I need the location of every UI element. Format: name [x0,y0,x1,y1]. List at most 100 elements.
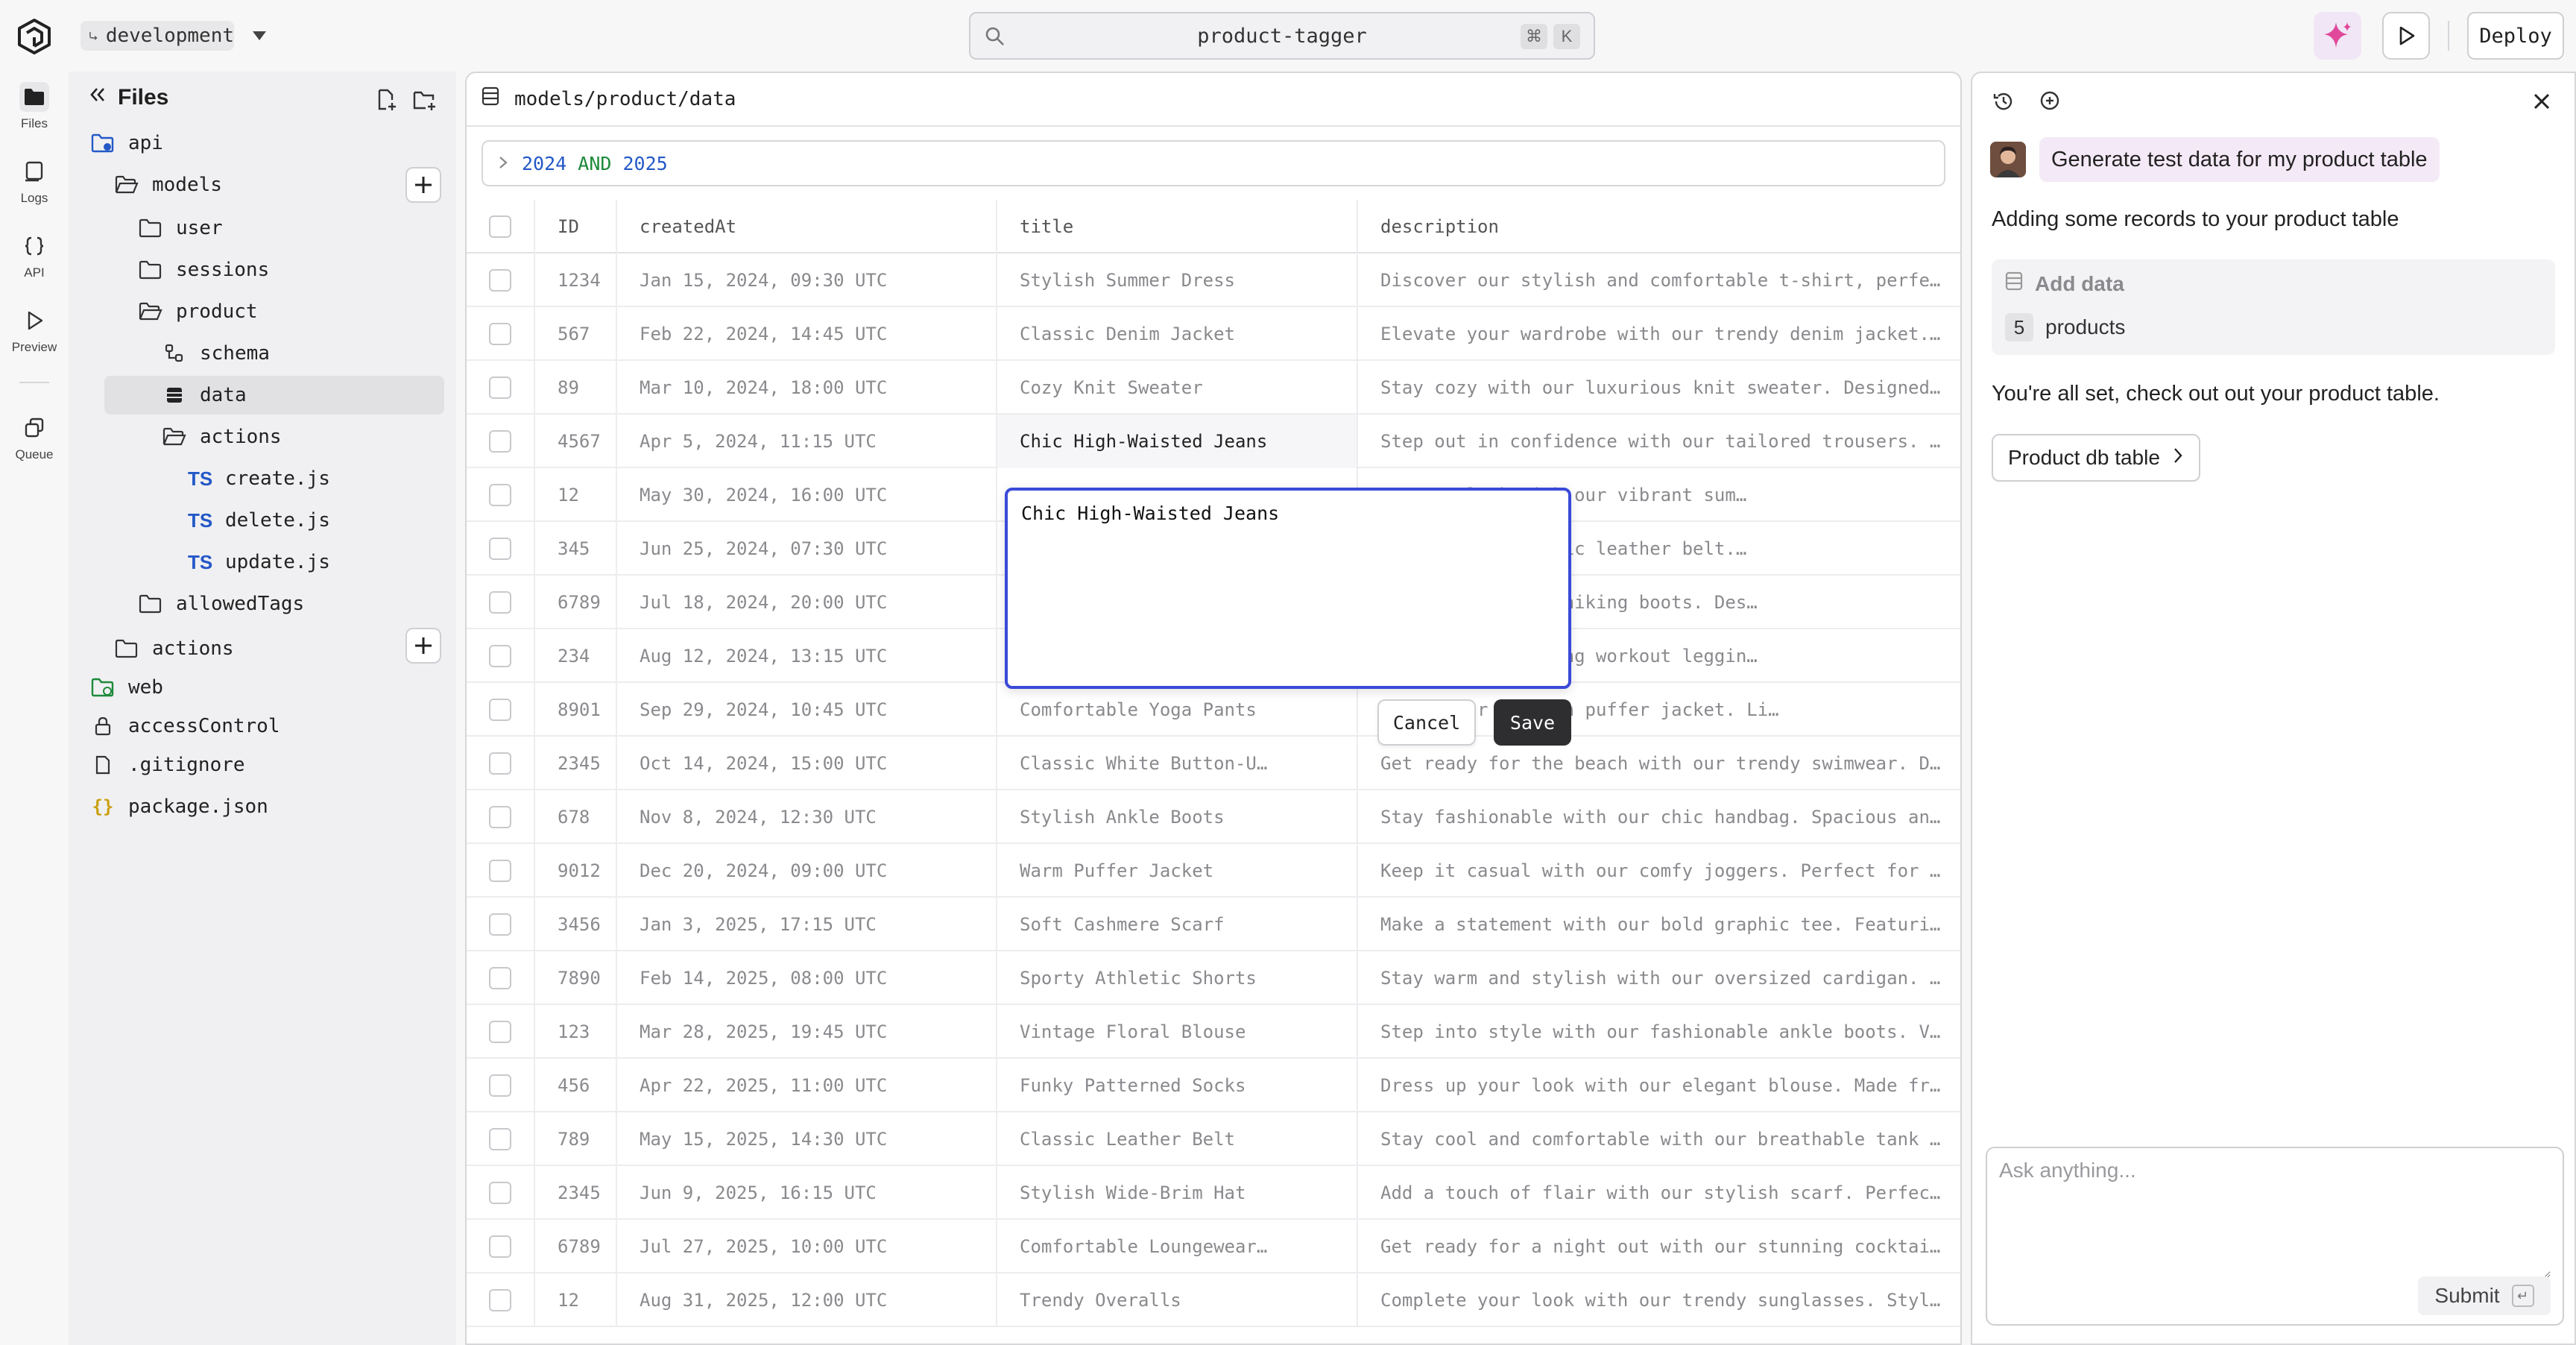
cell-created[interactable]: Aug 31, 2025, 12:00 UTC [617,1273,997,1327]
cell-created[interactable]: Sep 29, 2024, 10:45 UTC [617,683,997,737]
chevron-down-icon[interactable] [250,28,268,47]
cell-title[interactable]: Warm Puffer Jacket [997,844,1358,898]
row-checkbox[interactable] [489,1021,511,1043]
tree-item-sessions[interactable]: sessions [139,251,269,289]
cell-title[interactable]: Comfortable Loungewear… [997,1220,1358,1273]
cell-id[interactable]: 789 [535,1112,617,1166]
row-checkbox[interactable] [489,645,511,667]
row-checkbox[interactable] [489,377,511,399]
cell-id[interactable]: 3456 [535,898,617,951]
cell-title[interactable]: Cozy Knit Sweater [997,361,1358,415]
new-file-icon[interactable] [371,85,401,115]
rail-item-queue[interactable]: Queue [0,413,69,462]
tree-item-gitignore[interactable]: .gitignore [91,746,245,784]
cell-id[interactable]: 345 [535,522,617,576]
save-button[interactable]: Save [1494,699,1571,746]
cell-description[interactable]: Complete your look with our trendy sungl… [1358,1273,1960,1327]
tree-item-product[interactable]: product [139,292,258,331]
tree-item-delete-js[interactable]: TS delete.js [188,501,330,540]
chevron-right-icon[interactable] [498,153,508,174]
table-row[interactable]: 789 May 15, 2025, 14:30 UTC Classic Leathe… [467,1112,1960,1166]
cell-description[interactable]: Elevate your wardrobe with our trendy de… [1358,307,1960,361]
branch-selector[interactable]: development [80,21,234,51]
row-checkbox[interactable] [489,913,511,936]
cell-description[interactable]: Stay cool and comfortable with our breat… [1358,1112,1960,1166]
table-row[interactable]: 7890 Feb 14, 2025, 08:00 UTC Sporty Athlet… [467,951,1960,1005]
row-checkbox[interactable] [489,1074,511,1097]
table-row[interactable]: 8901 Sep 29, 2024, 10:45 UTC Comfortable Y… [467,683,1960,737]
cell-title[interactable]: Trendy Overalls [997,1273,1358,1327]
tree-item-access-control[interactable]: accessControl [91,707,280,746]
cell-id[interactable]: 9012 [535,844,617,898]
cell-id[interactable]: 6789 [535,1220,617,1273]
cancel-button[interactable]: Cancel [1377,699,1476,746]
cell-title[interactable]: Stylish Wide-Brim Hat [997,1166,1358,1220]
cell-title[interactable]: Funky Patterned Socks [997,1059,1358,1112]
cell-title[interactable]: Comfortable Yoga Pants [997,683,1358,737]
column-header-title[interactable]: title [997,200,1358,253]
rail-item-logs[interactable]: Logs [0,157,69,206]
table-row[interactable]: 1234 Jan 15, 2024, 09:30 UTC Stylish Summe… [467,253,1960,307]
cell-title[interactable]: Stylish Summer Dress [997,253,1358,307]
cell-title[interactable]: Soft Cashmere Scarf [997,898,1358,951]
cell-description[interactable]: Keep it casual with our comfy joggers. P… [1358,844,1960,898]
cell-id[interactable]: 6789 [535,576,617,629]
new-folder-icon[interactable] [410,85,440,115]
close-icon[interactable] [2527,86,2557,116]
cell-created[interactable]: Feb 22, 2024, 14:45 UTC [617,307,997,361]
row-checkbox[interactable] [489,269,511,292]
row-checkbox[interactable] [489,591,511,614]
tree-item-package-json[interactable]: {} package.json [91,787,268,826]
collapse-panel-icon[interactable] [88,85,107,110]
cell-description[interactable]: Dress up your look with our elegant blou… [1358,1059,1960,1112]
rail-item-api[interactable]: API [0,231,69,280]
cell-created[interactable]: Apr 22, 2025, 11:00 UTC [617,1059,997,1112]
cell-title[interactable]: Classic Denim Jacket [997,307,1358,361]
row-checkbox[interactable] [489,752,511,775]
command-search[interactable]: product-tagger ⌘ K [969,12,1595,60]
select-all-checkbox[interactable] [489,215,511,238]
cell-created[interactable]: Nov 8, 2024, 12:30 UTC [617,790,997,844]
rail-item-preview[interactable]: Preview [0,306,69,355]
table-row[interactable]: 9012 Dec 20, 2024, 09:00 UTC Warm Puffer J… [467,844,1960,898]
column-header-id[interactable]: ID [535,200,617,253]
cell-editor-textarea[interactable]: Chic High-Waisted Jeans [1005,488,1571,689]
cell-id[interactable]: 678 [535,790,617,844]
row-checkbox[interactable] [489,538,511,560]
cell-title[interactable]: Vintage Floral Blouse [997,1005,1358,1059]
row-checkbox[interactable] [489,1235,511,1258]
history-icon[interactable] [1989,86,2018,116]
new-chat-icon[interactable] [2035,86,2065,116]
cell-id[interactable]: 234 [535,629,617,683]
cell-id[interactable]: 89 [535,361,617,415]
cell-created[interactable]: Dec 20, 2024, 09:00 UTC [617,844,997,898]
row-checkbox[interactable] [489,484,511,506]
cell-description[interactable]: Step into style with our fashionable ank… [1358,1005,1960,1059]
row-checkbox[interactable] [489,967,511,989]
tree-item-actions-inner[interactable]: actions [162,418,282,456]
table-row[interactable]: 567 Feb 22, 2024, 14:45 UTC Classic Denim … [467,307,1960,361]
cell-description[interactable]: Discover our stylish and comfortable t-s… [1358,253,1960,307]
cell-id[interactable]: 2345 [535,737,617,790]
filter-bar[interactable]: 2024 AND 2025 [482,140,1945,186]
table-row[interactable]: 3456 Jan 3, 2025, 17:15 UTC Soft Cashmere … [467,898,1960,951]
cell-title[interactable]: Stylish Ankle Boots [997,790,1358,844]
cell-created[interactable]: Apr 5, 2024, 11:15 UTC [617,415,997,468]
cell-description[interactable]: Stay warm and stylish with our oversized… [1358,951,1960,1005]
cell-title[interactable]: Chic High-Waisted Jeans [997,415,1358,468]
table-row[interactable]: 12 Aug 31, 2025, 12:00 UTC Trendy Overalls… [467,1273,1960,1327]
cell-created[interactable]: Mar 28, 2025, 19:45 UTC [617,1005,997,1059]
tree-item-create-js[interactable]: TS create.js [188,459,330,498]
cell-id[interactable]: 4567 [535,415,617,468]
cell-id[interactable]: 1234 [535,253,617,307]
table-row[interactable]: 123 Mar 28, 2025, 19:45 UTC Vintage Floral… [467,1005,1960,1059]
cell-description[interactable]: Make a statement with our bold graphic t… [1358,898,1960,951]
cell-created[interactable]: May 30, 2024, 16:00 UTC [617,468,997,522]
tree-item-schema[interactable]: schema [162,334,270,373]
table-row[interactable]: 2345 Oct 14, 2024, 15:00 UTC Classic White… [467,737,1960,790]
row-checkbox[interactable] [489,1128,511,1150]
cell-created[interactable]: Jun 9, 2025, 16:15 UTC [617,1166,997,1220]
row-checkbox[interactable] [489,806,511,828]
cell-id[interactable]: 12 [535,468,617,522]
tree-item-update-js[interactable]: TS update.js [188,543,330,582]
